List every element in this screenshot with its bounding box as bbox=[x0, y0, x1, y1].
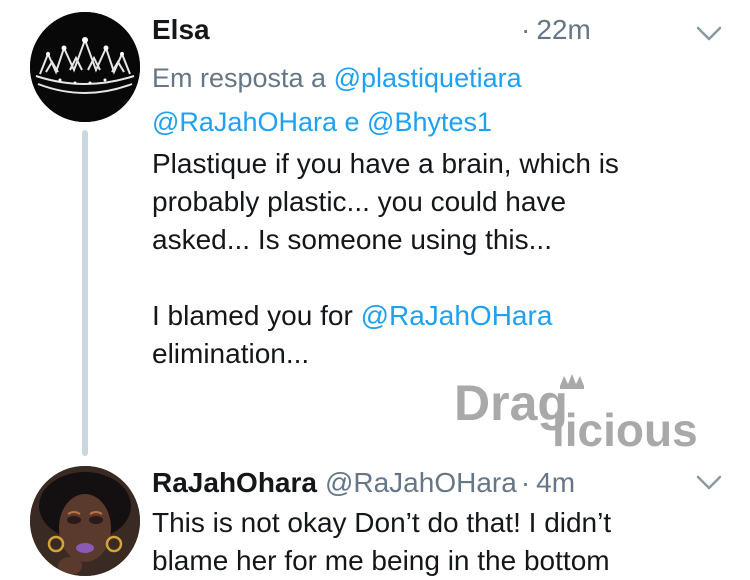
draglicious-watermark: Drag licious bbox=[452, 370, 722, 456]
watermark-part1: Drag bbox=[454, 375, 568, 431]
rajahohara-avatar[interactable] bbox=[30, 466, 140, 576]
tweet1-body-line: asked... Is someone using this... bbox=[152, 224, 552, 255]
thread-connector-line bbox=[82, 130, 88, 456]
chevron-down-icon[interactable] bbox=[692, 22, 726, 46]
tweet2-author-name[interactable]: RaJahOhara bbox=[152, 467, 317, 499]
tweet2-body-line: blame her for me being in the bottom bbox=[152, 545, 610, 576]
tweet2-dot: · bbox=[520, 467, 531, 498]
reply-mention-plastiquetiara[interactable]: @plastiquetiara bbox=[334, 63, 522, 93]
tweet2-time[interactable]: 4m bbox=[536, 467, 575, 499]
profile-photo-icon bbox=[30, 466, 140, 576]
reply-prefix: Em resposta a bbox=[152, 63, 327, 93]
chevron-down-icon[interactable] bbox=[692, 471, 726, 495]
tweet1-time[interactable]: 22m bbox=[536, 14, 590, 46]
tweet1-body-line: elimination... bbox=[152, 338, 310, 369]
tweet1-author-name[interactable]: Elsa bbox=[152, 14, 210, 46]
tweet2-author-handle[interactable]: @RaJahOHara bbox=[325, 467, 517, 499]
draglicious-logo: Drag licious bbox=[454, 374, 698, 456]
tweet1-body-text: I blamed you for bbox=[152, 300, 353, 331]
watermark-part2: licious bbox=[552, 404, 698, 450]
tweet2-header: RaJahOhara @RaJahOHara · 4m bbox=[152, 467, 575, 499]
tiara-icon bbox=[30, 12, 140, 122]
tweet1-timestamp[interactable]: · 22m bbox=[517, 14, 591, 46]
tweet2-body: This is not okay Don’t do that! I didn’t… bbox=[152, 504, 611, 580]
tweet1-body-line: probably plastic... you could have bbox=[152, 186, 567, 217]
reply-mention-bhytes1[interactable]: @Bhytes1 bbox=[367, 107, 492, 137]
tweet1-header: Elsa bbox=[152, 14, 210, 46]
tweet1-body-line: Plastique if you have a brain, which is bbox=[152, 148, 619, 179]
tweet2-body-line: This is not okay Don’t do that! I didn’t bbox=[152, 507, 612, 538]
reply-conjunction: e bbox=[344, 107, 360, 137]
elsa-avatar[interactable] bbox=[30, 12, 140, 122]
tweet1-body-line: I blamed you for @RaJahOHara bbox=[152, 297, 619, 335]
tweet1-body: Plastique if you have a brain, which is … bbox=[152, 145, 619, 373]
tweet1-body-mention[interactable]: @RaJahOHara bbox=[361, 300, 553, 331]
tweet1-dot: · bbox=[521, 14, 531, 45]
tweet1-reply-context: Em resposta a @plastiquetiara @RaJahOHar… bbox=[152, 56, 522, 144]
reply-mention-rajahohara[interactable]: @RaJahOHara bbox=[152, 107, 337, 137]
